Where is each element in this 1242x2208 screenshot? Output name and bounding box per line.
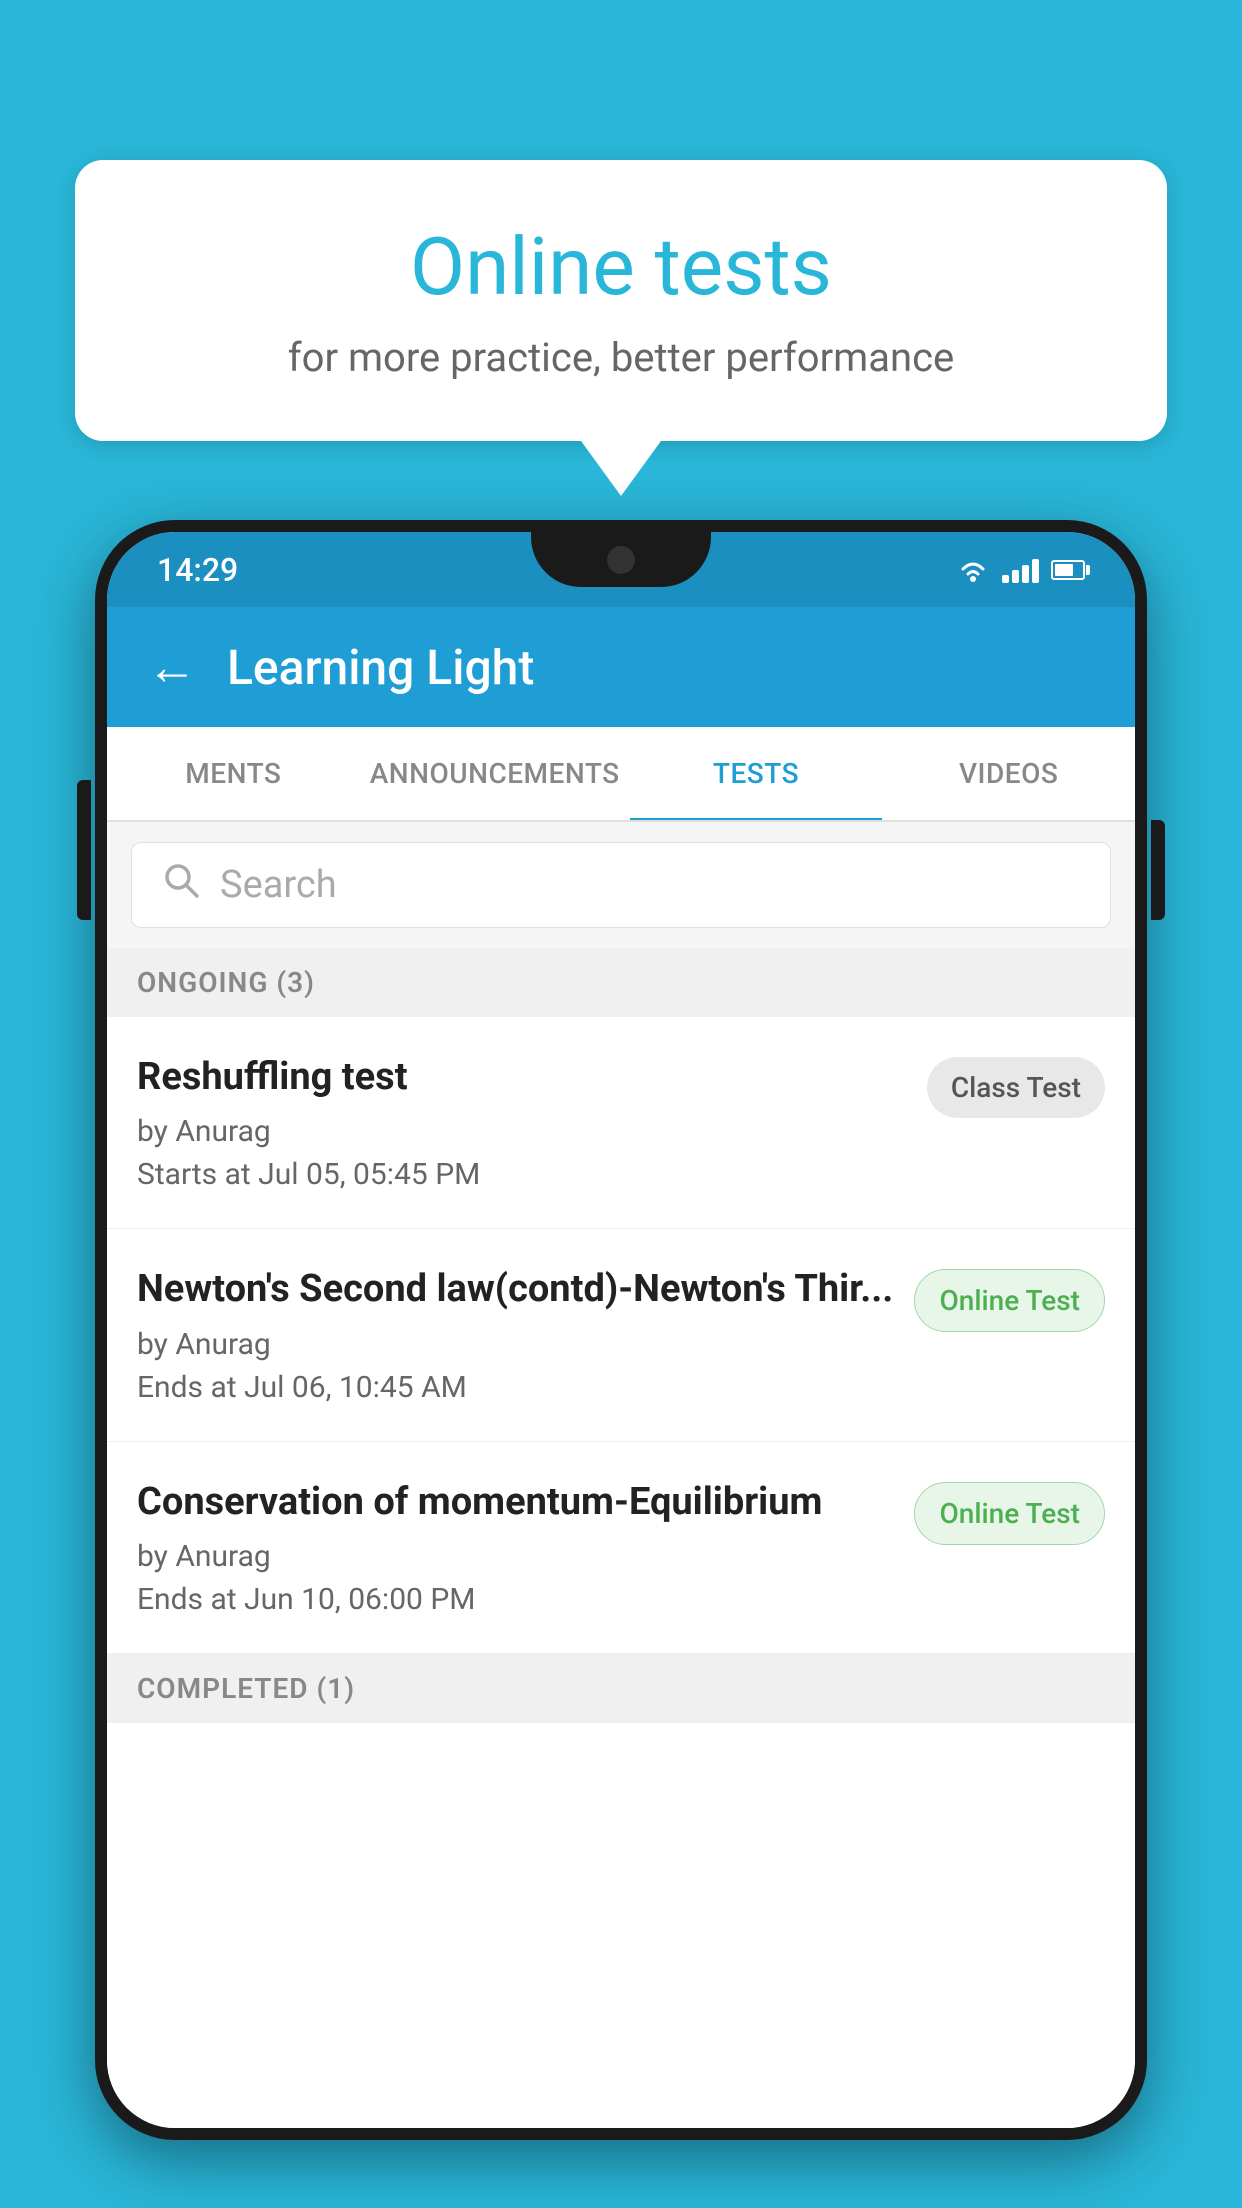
search-box[interactable]: Search xyxy=(131,842,1111,928)
test-title: Reshuffling test xyxy=(137,1053,907,1102)
speech-bubble-subtitle: for more practice, better performance xyxy=(155,334,1087,381)
tabs-container: MENTS ANNOUNCEMENTS TESTS VIDEOS xyxy=(107,727,1135,822)
wifi-icon xyxy=(956,557,990,583)
tab-announcements[interactable]: ANNOUNCEMENTS xyxy=(360,727,630,820)
test-time: Ends at Jul 06, 10:45 AM xyxy=(137,1370,894,1405)
app-bar: ← Learning Light xyxy=(107,607,1135,727)
test-badge-online: Online Test xyxy=(914,1269,1105,1332)
test-author: by Anurag xyxy=(137,1114,907,1149)
phone-frame: 14:29 xyxy=(95,520,1147,2140)
test-badge-online: Online Test xyxy=(914,1482,1105,1545)
notch xyxy=(531,532,711,587)
tab-tests[interactable]: TESTS xyxy=(630,727,883,820)
app-title: Learning Light xyxy=(227,639,534,696)
speech-bubble: Online tests for more practice, better p… xyxy=(75,160,1167,441)
tab-ments[interactable]: MENTS xyxy=(107,727,360,820)
search-placeholder: Search xyxy=(220,863,337,907)
tests-list: Reshuffling test by Anurag Starts at Jul… xyxy=(107,1017,1135,2128)
tab-videos[interactable]: VIDEOS xyxy=(882,727,1135,820)
search-icon xyxy=(162,861,200,909)
phone-container: 14:29 xyxy=(95,520,1147,2208)
back-button[interactable]: ← xyxy=(147,638,197,697)
test-info: Conservation of momentum-Equilibrium by … xyxy=(137,1478,914,1617)
test-info: Reshuffling test by Anurag Starts at Jul… xyxy=(137,1053,927,1192)
phone-screen: 14:29 xyxy=(107,532,1135,2128)
speech-bubble-tail xyxy=(581,441,661,496)
ongoing-section-header: ONGOING (3) xyxy=(107,948,1135,1017)
test-author: by Anurag xyxy=(137,1327,894,1362)
test-time: Ends at Jun 10, 06:00 PM xyxy=(137,1582,894,1617)
test-title: Newton's Second law(contd)-Newton's Thir… xyxy=(137,1265,894,1314)
completed-section-header: COMPLETED (1) xyxy=(107,1654,1135,1723)
speech-bubble-container: Online tests for more practice, better p… xyxy=(75,160,1167,496)
test-item[interactable]: Conservation of momentum-Equilibrium by … xyxy=(107,1442,1135,1654)
camera xyxy=(607,546,635,574)
speech-bubble-title: Online tests xyxy=(155,220,1087,314)
test-badge-class: Class Test xyxy=(927,1057,1105,1118)
test-author: by Anurag xyxy=(137,1539,894,1574)
status-bar: 14:29 xyxy=(107,532,1135,607)
search-container: Search xyxy=(107,822,1135,948)
status-icons xyxy=(956,557,1085,583)
test-info: Newton's Second law(contd)-Newton's Thir… xyxy=(137,1265,914,1404)
test-item[interactable]: Newton's Second law(contd)-Newton's Thir… xyxy=(107,1229,1135,1441)
test-time: Starts at Jul 05, 05:45 PM xyxy=(137,1157,907,1192)
signal-icon xyxy=(1002,557,1039,583)
battery-icon xyxy=(1051,560,1085,580)
test-title: Conservation of momentum-Equilibrium xyxy=(137,1478,894,1527)
test-item[interactable]: Reshuffling test by Anurag Starts at Jul… xyxy=(107,1017,1135,1229)
